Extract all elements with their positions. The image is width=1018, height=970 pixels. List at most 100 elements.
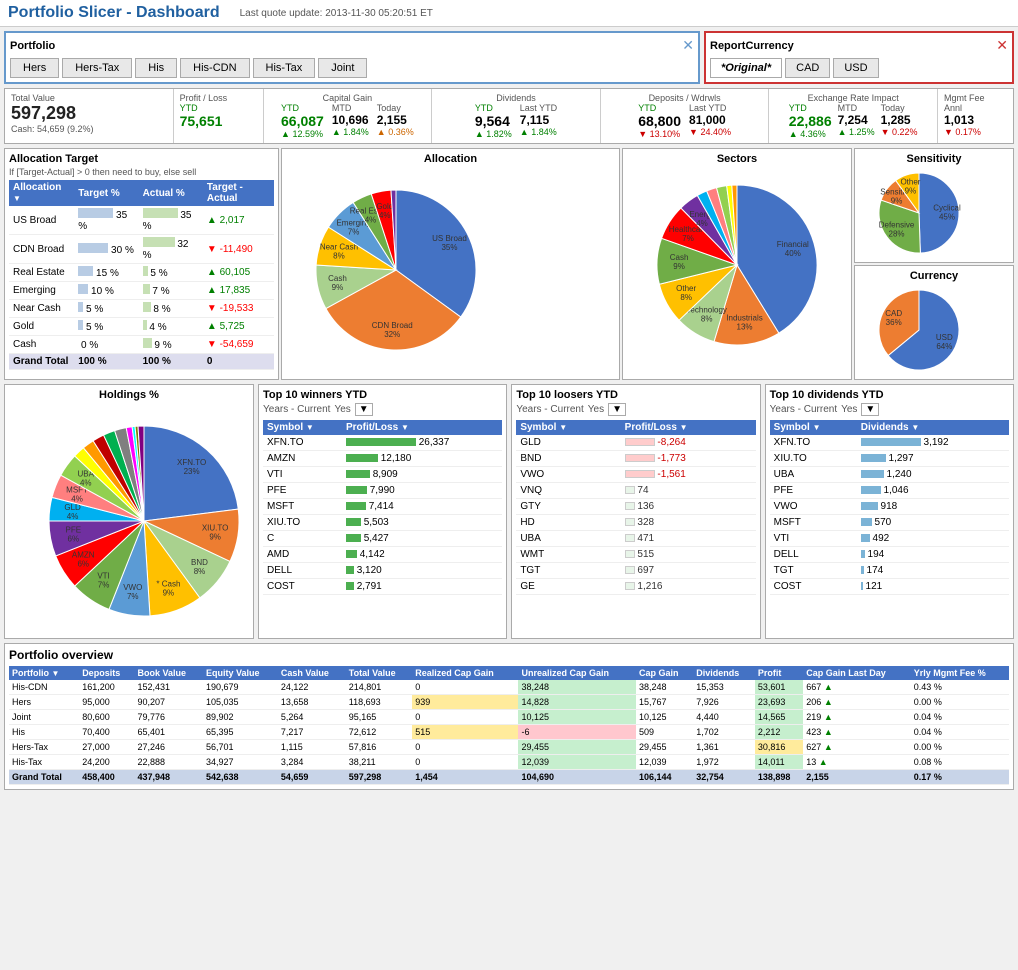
winner-symbol: MSFT xyxy=(263,499,342,515)
alloc-row-name: Gold xyxy=(9,318,74,336)
ov-tot-equity: 542,638 xyxy=(203,770,278,785)
ov-col-book: Book Value xyxy=(135,666,204,680)
ov-capgain-last: 206 ▲ xyxy=(803,695,911,710)
dividend-symbol: VTI xyxy=(770,531,857,547)
winner-profit: 12,180 xyxy=(342,451,502,467)
alloc-row-target: 15 % xyxy=(74,264,138,282)
ov-dividends: 1,972 xyxy=(693,755,755,770)
metrics-row: Total Value 597,298 Cash: 54,659 (9.2%) … xyxy=(4,88,1014,144)
ov-col-total: Total Value xyxy=(346,666,412,680)
pie-label: PFE6% xyxy=(65,526,81,544)
winners-filter-icon[interactable]: ▼ xyxy=(355,403,373,416)
div-last-ytd: 7,115 xyxy=(520,113,557,127)
tab-hers-tax[interactable]: Hers-Tax xyxy=(62,58,132,78)
winner-profit: 8,909 xyxy=(342,467,502,483)
ov-profit: 14,565 xyxy=(755,710,803,725)
winner-symbol: C xyxy=(263,531,342,547)
loser-symbol: GLD xyxy=(516,435,620,451)
metric-exchange-rate: Exchange Rate Impact YTD 22,886 ▲ 4.36% … xyxy=(769,89,938,143)
ov-capgain: 10,125 xyxy=(636,710,693,725)
alloc-col-name: Allocation ▼ xyxy=(9,180,74,206)
dep-ytd-pct: 13.10% xyxy=(650,129,681,139)
alloc-row-diff: ▲ 2,017 xyxy=(203,206,274,235)
last-update: Last quote update: 2013-11-30 05:20:51 E… xyxy=(240,8,433,19)
alloc-row: Cash 0 % 9 % ▼ -54,659 xyxy=(9,336,274,354)
winner-profit: 7,990 xyxy=(342,483,502,499)
ov-col-mgmt-fee: Yrly Mgmt Fee % xyxy=(911,666,1009,680)
alloc-row-actual: 32 % xyxy=(139,235,203,264)
dividends-filter-value: Yes xyxy=(841,404,857,415)
mgmt-fee-label: Mgmt Fee xyxy=(944,93,1007,103)
alloc-row-name: US Broad xyxy=(9,206,74,235)
ov-book: 90,207 xyxy=(135,695,204,710)
loser-symbol: BND xyxy=(516,451,620,467)
metric-total-value: Total Value 597,298 Cash: 54,659 (9.2%) xyxy=(5,89,174,143)
ov-book: 65,401 xyxy=(135,725,204,740)
dividends-filter-icon[interactable]: ▼ xyxy=(861,403,879,416)
app-title: Portfolio Slicer - Dashboard xyxy=(8,4,220,22)
cap-gain-ytd-label: YTD xyxy=(281,103,324,113)
winner-symbol: PFE xyxy=(263,483,342,499)
loser-symbol: HD xyxy=(516,515,620,531)
exchange-label: Exchange Rate Impact xyxy=(775,93,931,103)
ov-mgmt-fee: 0.04 % xyxy=(911,710,1009,725)
ov-capgain-last: 219 ▲ xyxy=(803,710,911,725)
loser-symbol: VWO xyxy=(516,467,620,483)
ov-portfolio: Hers-Tax xyxy=(9,740,79,755)
ov-total: 72,612 xyxy=(346,725,412,740)
alloc-row-diff: ▼ -54,659 xyxy=(203,336,274,354)
overview-row: Hers 95,000 90,207 105,035 13,658 118,69… xyxy=(9,695,1009,710)
alloc-col-diff: Target - Actual xyxy=(203,180,274,206)
currency-tab-original[interactable]: *Original* xyxy=(710,58,782,78)
winner-profit: 7,414 xyxy=(342,499,502,515)
holdings-row: Holdings % XFN.TO23%XIU.TO9%BND8%* Cash9… xyxy=(4,384,1014,639)
ov-tot-deposits: 458,400 xyxy=(79,770,134,785)
div-col-dividends: Dividends ▼ xyxy=(857,420,1009,435)
tab-hers[interactable]: Hers xyxy=(10,58,59,78)
report-currency-close-icon[interactable]: ✕ xyxy=(996,37,1008,54)
ov-col-equity: Equity Value xyxy=(203,666,278,680)
loser-profit: 328 xyxy=(621,515,756,531)
dividend-value: 1,046 xyxy=(857,483,1009,499)
currency-pie-chart: USD64%CAD36% xyxy=(859,282,1009,372)
mgmt-fee-annl-label: Annl xyxy=(944,103,1007,113)
allocation-pie-section: Allocation US Broad35%CDN Broad32%Cash9%… xyxy=(281,148,620,380)
tab-his-cdn[interactable]: His-CDN xyxy=(180,58,249,78)
dividends-section: Top 10 dividends YTD Years - Current Yes… xyxy=(765,384,1014,639)
losers-col-symbol: Symbol ▼ xyxy=(516,420,620,435)
sensitivity-section: Sensitivity Cyclical45%Defensive28%Sensi… xyxy=(854,148,1014,263)
loser-row: GTY 136 xyxy=(516,499,755,515)
ov-equity: 65,395 xyxy=(203,725,278,740)
tab-his[interactable]: His xyxy=(135,58,177,78)
top-analysis-section: Allocation Target If [Target-Actual] > 0… xyxy=(4,148,1014,380)
metric-dividends: Dividends YTD 9,564 ▲ 1.82% Last YTD 7,1… xyxy=(432,89,601,143)
tab-joint[interactable]: Joint xyxy=(318,58,367,78)
ov-equity: 56,701 xyxy=(203,740,278,755)
winner-row: XIU.TO 5,503 xyxy=(263,515,502,531)
cap-gain-mtd-pct: 1.84% xyxy=(343,127,369,137)
sectors-title: Sectors xyxy=(627,153,847,165)
div-ytd: 9,564 xyxy=(475,113,512,129)
loser-profit: -8,264 xyxy=(621,435,756,451)
currency-tab-cad[interactable]: CAD xyxy=(785,58,830,78)
ov-capgain-last: 13 ▲ xyxy=(803,755,911,770)
dividend-symbol: COST xyxy=(770,579,857,595)
alloc-row-diff: ▲ 5,725 xyxy=(203,318,274,336)
holdings-title: Holdings % xyxy=(9,389,249,401)
dividend-value: 1,297 xyxy=(857,451,1009,467)
ov-realized: 0 xyxy=(412,710,518,725)
currency-tab-usd[interactable]: USD xyxy=(833,58,878,78)
ov-cash: 7,217 xyxy=(278,725,346,740)
portfolio-close-icon[interactable]: ✕ xyxy=(682,37,694,54)
tab-his-tax[interactable]: His-Tax xyxy=(253,58,316,78)
alloc-row: Gold 5 % 4 % ▲ 5,725 xyxy=(9,318,274,336)
alloc-row-diff: ▼ -19,533 xyxy=(203,300,274,318)
losers-filter-icon[interactable]: ▼ xyxy=(608,403,626,416)
ov-deposits: 24,200 xyxy=(79,755,134,770)
ov-profit: 53,601 xyxy=(755,680,803,695)
ov-book: 22,888 xyxy=(135,755,204,770)
portfolio-overview-section: Portfolio overview Portfolio ▼ Deposits … xyxy=(4,643,1014,790)
dividend-value: 174 xyxy=(857,563,1009,579)
alloc-row-actual: 35 % xyxy=(139,206,203,235)
alloc-col-actual: Actual % xyxy=(139,180,203,206)
